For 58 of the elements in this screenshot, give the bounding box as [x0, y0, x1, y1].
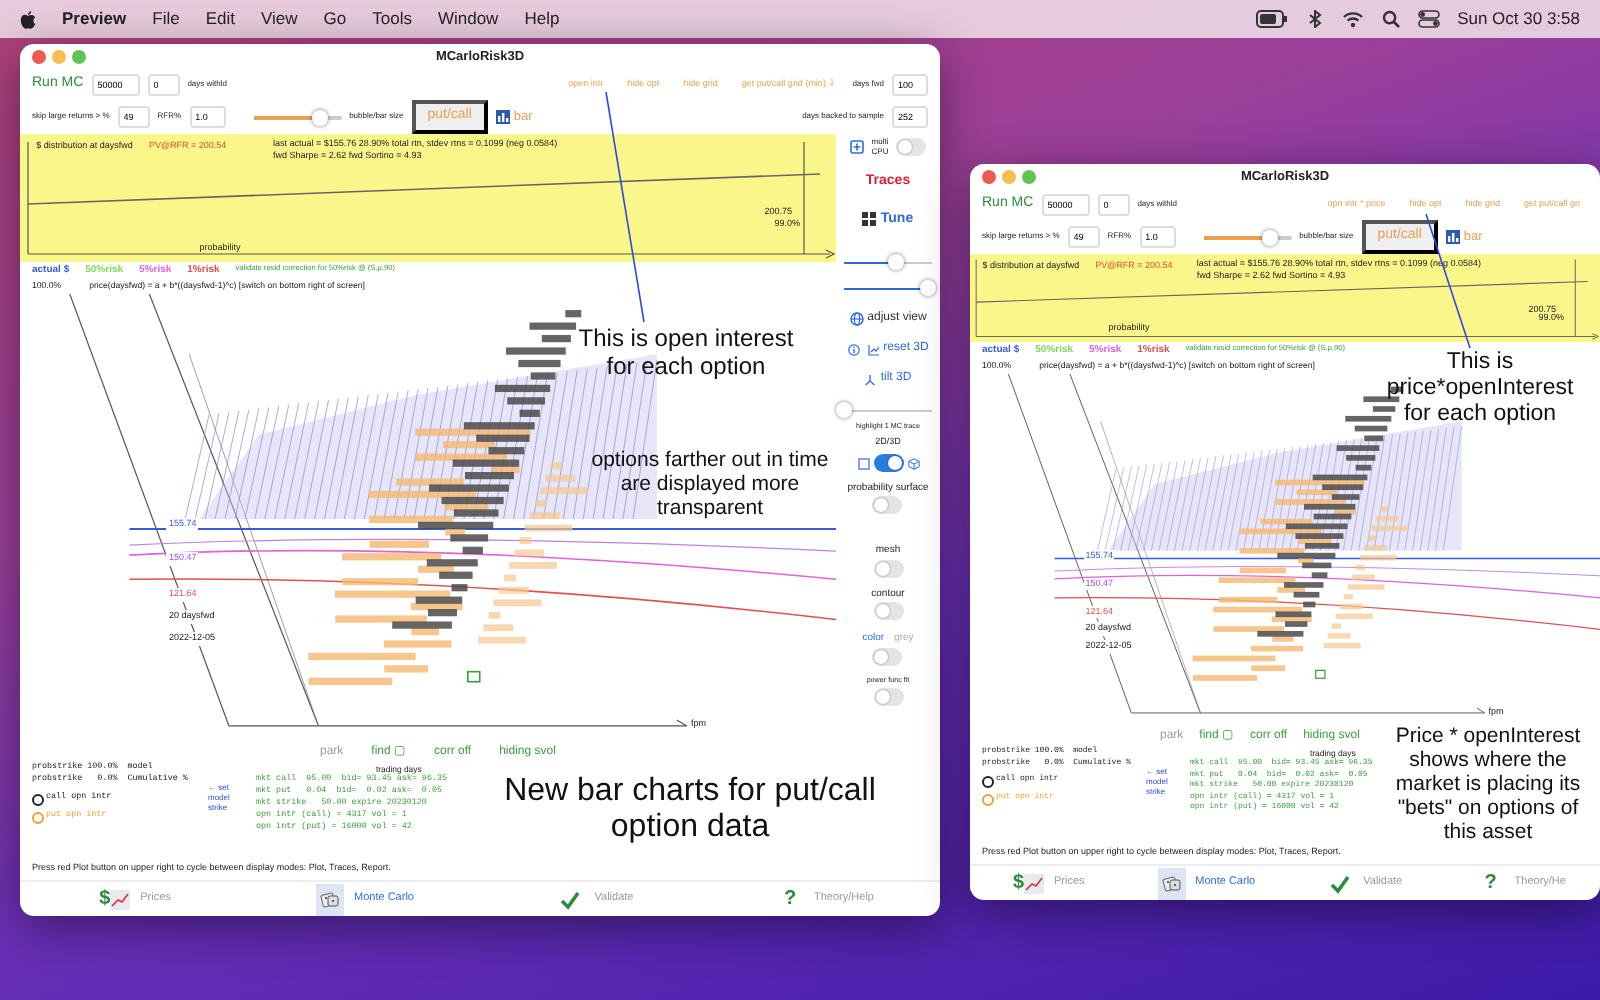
grid-icon — [862, 212, 877, 227]
bar-chart-icon — [1445, 230, 1460, 244]
question-mark-icon: ? — [1484, 868, 1497, 898]
menu-item[interactable]: Go — [323, 6, 347, 32]
toggle-switch[interactable] — [873, 559, 903, 578]
size-slider-thumb[interactable] — [1261, 229, 1278, 245]
axes-icon — [864, 373, 877, 385]
checkmark-icon — [560, 889, 581, 909]
chart-image-icon — [110, 889, 131, 909]
annotation-text: This is price*openInterest for each option — [1384, 350, 1576, 430]
checkmark-icon — [1329, 873, 1350, 893]
zoom-button[interactable] — [1022, 170, 1036, 184]
question-mark-icon: ? — [783, 884, 797, 914]
toggle-switch[interactable] — [873, 601, 903, 620]
menu-item[interactable]: Edit — [205, 6, 235, 32]
menu-item[interactable]: View — [261, 6, 298, 32]
multi-cpu-switch[interactable] — [896, 138, 926, 156]
view-slider-thumb[interactable] — [888, 254, 905, 270]
toggle-switch[interactable] — [872, 648, 903, 667]
bar-chart-icon — [495, 110, 510, 124]
annotation-text: Price * openInterest shows where the market is placing its "bets" on options of this asset — [1393, 724, 1583, 845]
bluetooth-icon[interactable] — [1305, 10, 1324, 28]
minimize-button[interactable] — [1002, 170, 1016, 184]
dollar-icon: $ — [99, 884, 111, 914]
view-slider-thumb[interactable] — [919, 280, 936, 296]
info-icon[interactable] — [847, 343, 860, 355]
square-icon — [857, 457, 869, 470]
annotation-text: New bar charts for put/call option data — [502, 774, 878, 848]
annotation-text: This is open interest for each option — [576, 326, 796, 382]
menu-item[interactable]: Tools — [372, 6, 412, 32]
zoom-button[interactable] — [72, 50, 86, 64]
toggles-icon[interactable] — [1417, 10, 1440, 28]
apple-logo-icon[interactable] — [20, 9, 36, 29]
dice-icon — [320, 889, 341, 909]
chart-image-icon — [1024, 873, 1045, 893]
size-slider-thumb[interactable] — [311, 109, 328, 125]
search-icon[interactable] — [1381, 10, 1400, 28]
dollar-icon: $ — [1012, 868, 1025, 898]
dice-icon — [1161, 873, 1182, 893]
dimension-switch[interactable] — [873, 454, 903, 473]
menu-bar-clock: Sun Oct 30 3:58 — [1457, 6, 1580, 32]
minimize-button[interactable] — [52, 50, 66, 64]
wifi-icon[interactable] — [1341, 10, 1364, 28]
menu-item[interactable]: Window — [437, 6, 499, 32]
line-chart-icon — [867, 343, 880, 355]
menu-item[interactable]: File — [152, 6, 180, 32]
close-button[interactable] — [32, 50, 46, 64]
app-name-menu[interactable]: Preview — [62, 6, 127, 32]
battery-icon[interactable] — [1255, 10, 1288, 28]
menu-item[interactable]: Help — [524, 6, 560, 32]
highlight-slider-thumb[interactable] — [836, 402, 852, 418]
add-square-icon[interactable] — [850, 140, 864, 154]
toggle-switch[interactable] — [872, 496, 903, 515]
toggle-switch[interactable] — [873, 688, 903, 707]
close-button[interactable] — [982, 170, 996, 184]
annotation-text: options farther out in time are displayed more transparent — [589, 448, 831, 521]
cube-icon — [907, 457, 919, 470]
globe-icon — [849, 312, 864, 326]
